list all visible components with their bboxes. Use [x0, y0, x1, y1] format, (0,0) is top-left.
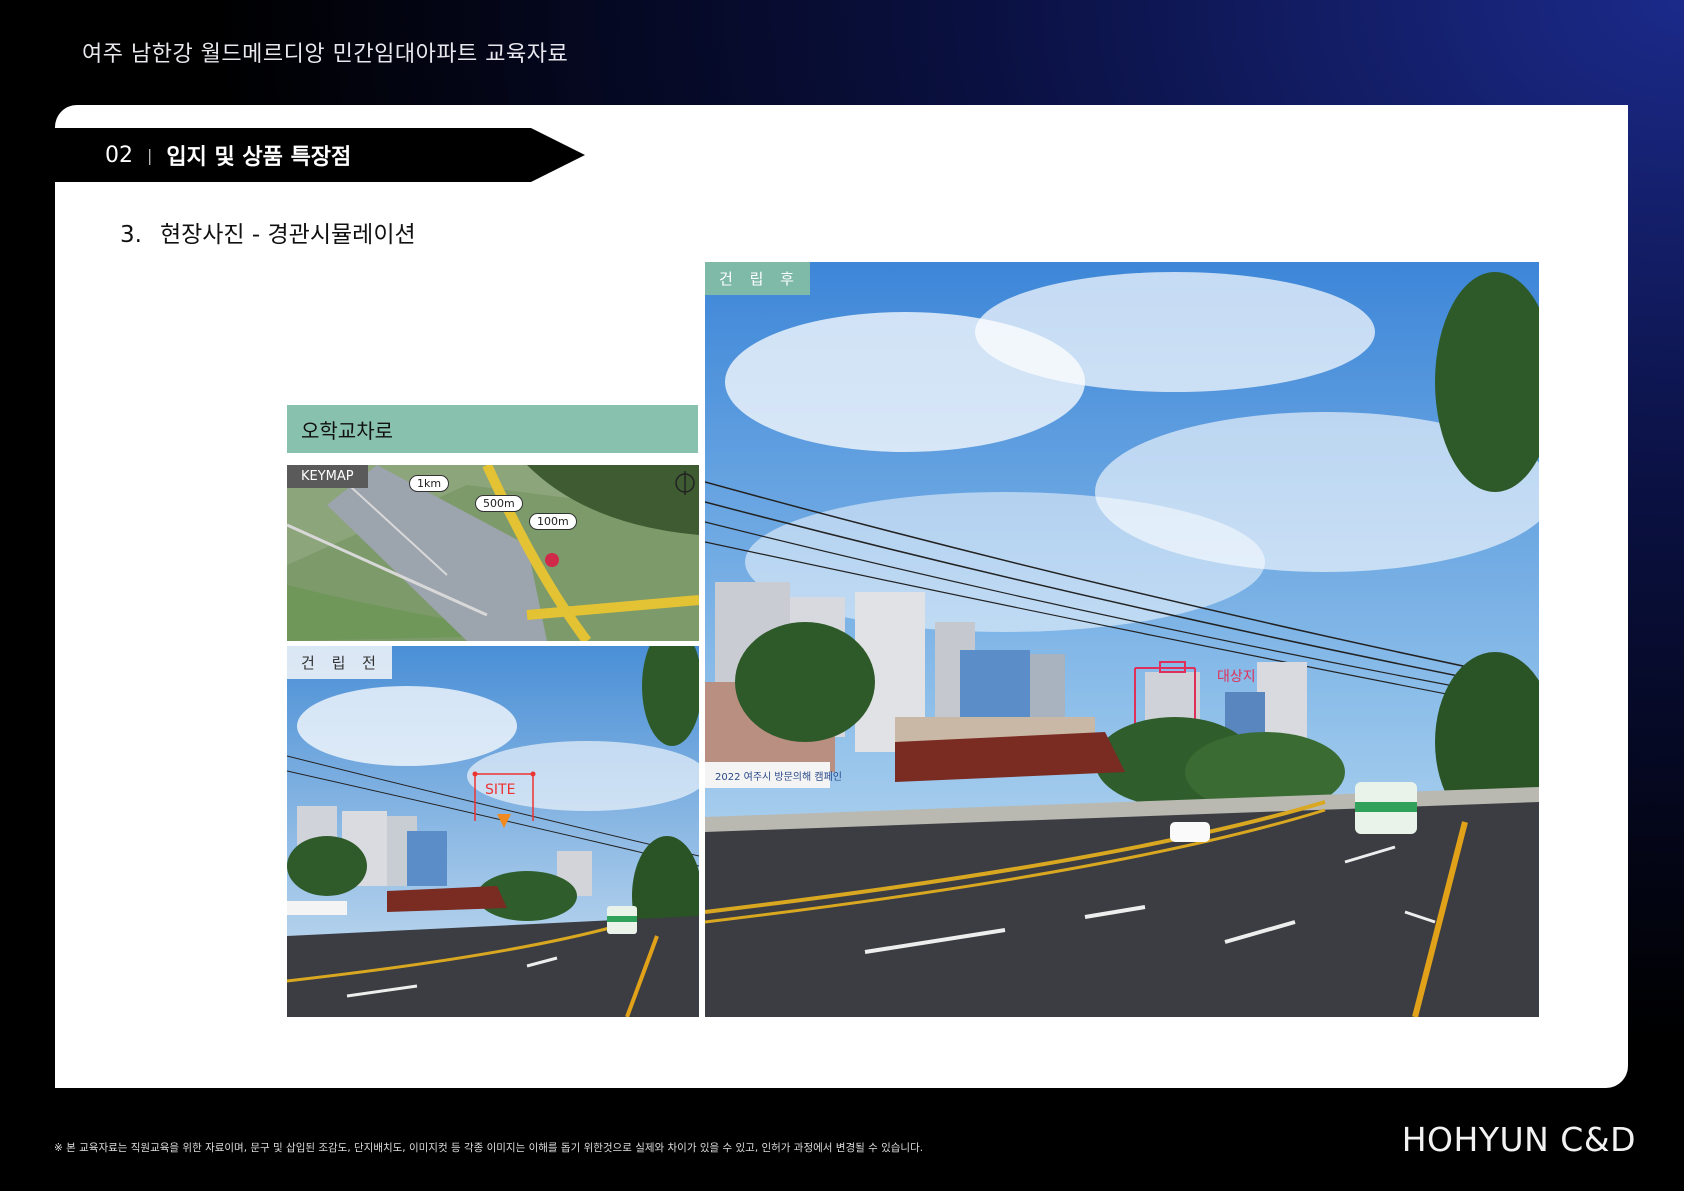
document-title: 여주 남한강 월드메르디앙 민간임대아파트 교육자료 — [82, 42, 569, 67]
keymap-illustration — [287, 465, 699, 641]
section-banner: 02 | 입지 및 상품 특장점 — [55, 128, 585, 182]
distance-tag-500m: 500m — [475, 495, 523, 512]
after-construction-photo: 2022 여주시 방문의해 캠페인 건 립 후 — [705, 262, 1539, 1017]
content-panel: 02 | 입지 및 상품 특장점 3. 현장사진 - 경관시뮬레이션 2022 … — [55, 105, 1628, 1088]
subsection-title: 현장사진 - 경관시뮬레이션 — [159, 222, 416, 248]
road-name-caption: 오학교차로 — [287, 405, 698, 453]
subsection-heading: 3. 현장사진 - 경관시뮬레이션 — [120, 215, 416, 249]
target-site-marker: 대상지 — [1217, 669, 1256, 685]
after-construction-label: 건 립 후 — [705, 262, 810, 295]
before-construction-label: 건 립 전 — [287, 646, 392, 679]
keymap-label: KEYMAP — [287, 465, 368, 488]
before-construction-photo: 건 립 전 SITE — [287, 646, 699, 1017]
subsection-number: 3. — [120, 222, 142, 248]
distance-tag-100m: 100m — [529, 513, 577, 530]
disclaimer-note: ※ 본 교육자료는 직원교육을 위한 자료이며, 문구 및 삽입된 조감도, 단… — [54, 1142, 924, 1154]
brand-logo: HOHYUN C&D — [1401, 1120, 1636, 1159]
distance-tag-1km: 1km — [409, 475, 450, 492]
section-title: 입지 및 상품 특장점 — [166, 145, 352, 170]
keymap: KEYMAP 1km 500m 100m — [287, 465, 699, 641]
site-marker: SITE — [485, 782, 516, 798]
section-number: 02 — [105, 142, 133, 168]
after-photo-banner: 2022 여주시 방문의해 캠페인 — [715, 770, 842, 783]
after-photo-illustration: 2022 여주시 방문의해 캠페인 — [705, 262, 1539, 1017]
section-separator: | — [147, 145, 153, 165]
before-photo-illustration — [287, 646, 699, 1017]
